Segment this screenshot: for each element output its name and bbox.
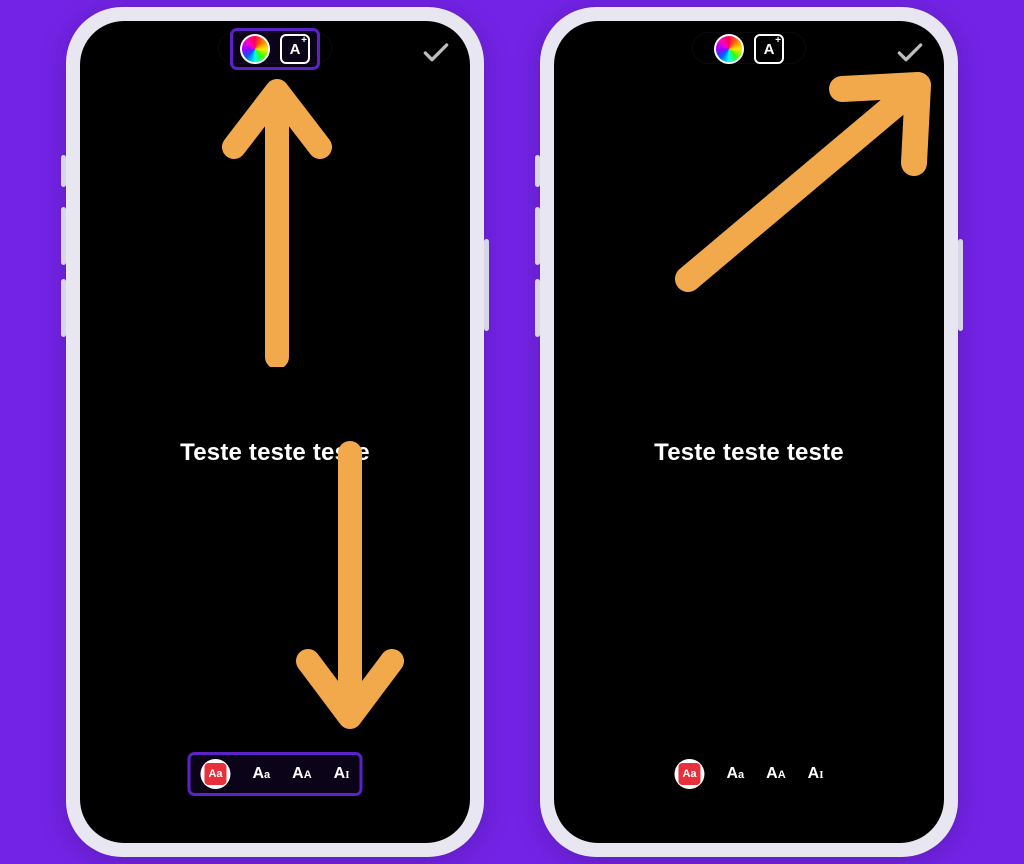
font-option-label: Aa [678,763,700,785]
font-option-4[interactable]: AI [334,765,350,783]
phone-screen: A + Teste teste teste [80,21,470,843]
side-button [535,207,540,265]
phone-mockup-2: A + Teste teste teste Aa Aa AA [540,7,958,857]
side-button [61,207,66,265]
font-style-bar: Aa Aa AA AI [664,755,833,793]
phone-mockup-1: A + Teste teste teste [66,7,484,857]
side-button [61,279,66,337]
side-button [535,155,540,187]
story-text[interactable]: Teste teste teste [554,439,944,467]
annotation-arrow-up [212,57,342,372]
text-effect-plus: + [775,35,781,46]
side-button [958,239,963,331]
font-option-4[interactable]: AI [808,765,824,783]
annotation-arrow-diagonal [654,47,944,312]
font-option-label: Aa [204,763,226,785]
font-style-bar: Aa Aa AA AI [190,755,359,793]
text-effect-plus: + [301,35,307,46]
font-option-1[interactable]: Aa [674,759,704,789]
done-check-button[interactable] [420,37,452,69]
phone-screen: A + Teste teste teste Aa Aa AA [554,21,944,843]
font-option-2[interactable]: Aa [252,765,270,783]
side-button [61,155,66,187]
text-effect-a: A [290,41,301,58]
font-option-3[interactable]: AA [292,765,312,783]
story-text[interactable]: Teste teste teste [80,439,470,467]
font-option-1[interactable]: Aa [200,759,230,789]
side-button [535,279,540,337]
font-option-2[interactable]: Aa [726,765,744,783]
font-option-3[interactable]: AA [766,765,786,783]
side-button [484,239,489,331]
annotation-arrow-down [290,439,410,754]
